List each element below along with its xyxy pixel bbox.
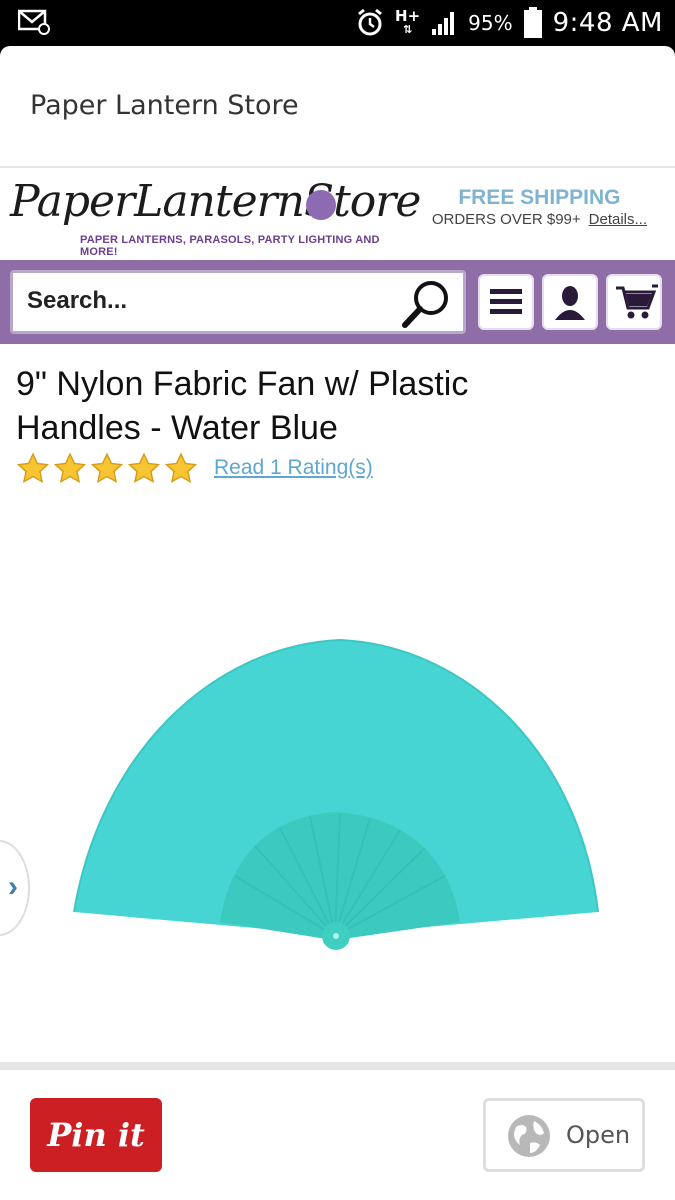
- search-input[interactable]: Search...: [27, 287, 127, 315]
- product-image[interactable]: [0, 516, 675, 1061]
- account-button[interactable]: [542, 274, 598, 330]
- pin-preview-card: Paper Lantern Store PaperLanternStore PA…: [0, 46, 675, 1200]
- open-button-label: Open: [566, 1121, 631, 1149]
- star-icon: [16, 452, 50, 483]
- pin-it-button[interactable]: Pin it: [30, 1098, 162, 1172]
- cart-icon: [616, 284, 658, 319]
- globe-icon: [508, 1115, 550, 1157]
- signal-icon: [432, 12, 455, 35]
- shipping-details-link[interactable]: Details...: [589, 211, 647, 228]
- rating-stars: [16, 452, 198, 486]
- product-title: 9" Nylon Fabric Fan w/ Plastic Handles -…: [16, 365, 469, 447]
- menu-icon: [490, 289, 522, 314]
- fan-image: [73, 638, 599, 950]
- battery-percent: 95%: [468, 11, 513, 35]
- star-icon: [53, 452, 87, 483]
- logo-tagline: PAPER LANTERNS, PARASOLS, PARTY LIGHTING…: [80, 234, 380, 258]
- status-bar: H+ ⇅ 95% 9:48 AM: [0, 0, 675, 46]
- shipping-title: FREE SHIPPING: [458, 186, 621, 209]
- cart-button[interactable]: [606, 274, 662, 330]
- shipping-promo: FREE SHIPPING ORDERS OVER $99+ Details...: [432, 186, 647, 228]
- lantern-icon: [306, 190, 336, 220]
- shipping-subtitle: ORDERS OVER $99+ Details...: [432, 211, 647, 228]
- card-title: Paper Lantern Store: [30, 90, 299, 121]
- star-icon: [164, 452, 198, 483]
- chevron-right-icon: ›: [8, 870, 18, 903]
- search-box[interactable]: Search...: [10, 270, 466, 334]
- site-logo[interactable]: PaperLanternStore PAPER LANTERNS, PARASO…: [10, 176, 421, 258]
- network-type: H+ ⇅: [395, 7, 421, 37]
- alarm-icon: [358, 8, 382, 36]
- nav-bar: Search...: [0, 260, 675, 344]
- divider: [0, 1062, 675, 1070]
- battery-icon: [523, 7, 542, 38]
- email-notification-icon: [18, 9, 50, 35]
- clock: 9:48 AM: [552, 8, 663, 38]
- account-icon: [555, 286, 585, 320]
- logo-wordmark: PaperLanternStore: [10, 176, 421, 227]
- shipping-threshold: ORDERS OVER $99+: [431, 211, 581, 228]
- site-header: PaperLanternStore PAPER LANTERNS, PARASO…: [0, 168, 675, 260]
- read-ratings-link[interactable]: Read 1 Rating(s): [214, 456, 373, 480]
- star-icon: [127, 452, 161, 483]
- action-bar: Pin it Open: [0, 1070, 675, 1200]
- star-icon: [90, 452, 124, 483]
- menu-button[interactable]: [478, 274, 534, 330]
- search-icon[interactable]: [399, 277, 453, 331]
- open-button[interactable]: Open: [483, 1098, 645, 1172]
